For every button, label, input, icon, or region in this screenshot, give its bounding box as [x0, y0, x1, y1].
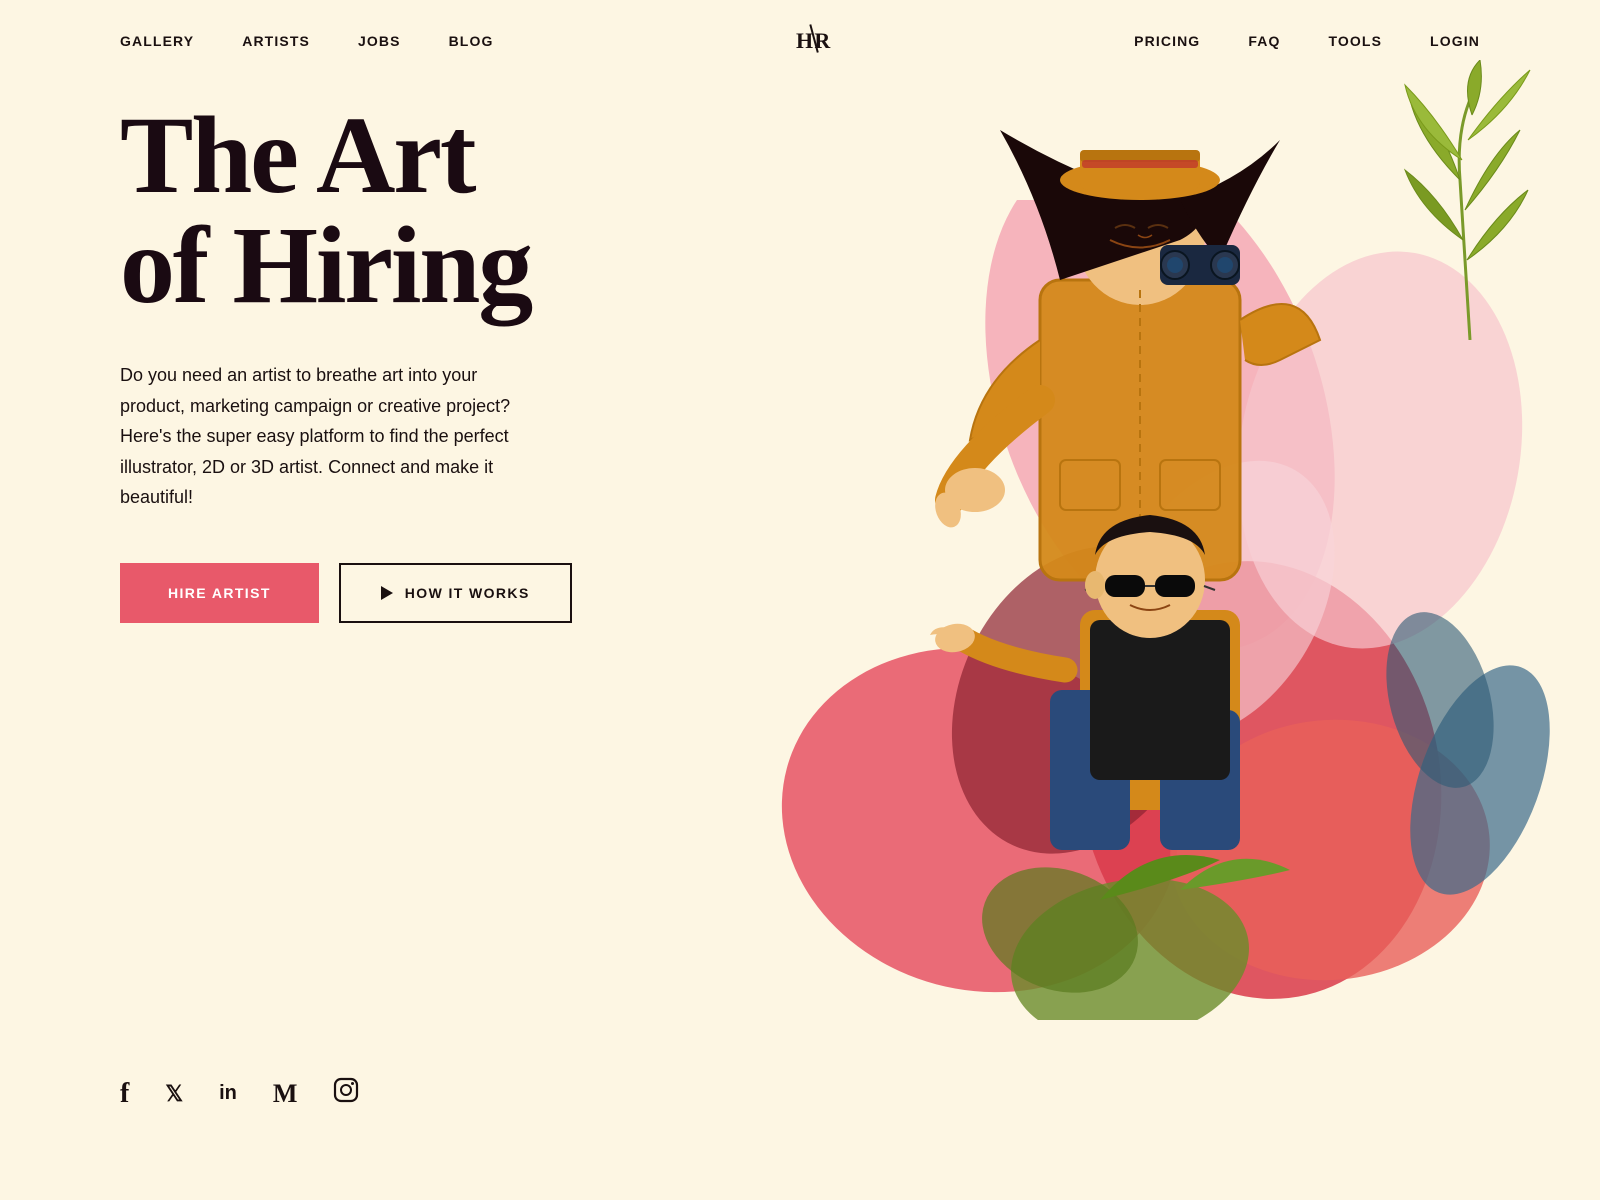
social-instagram[interactable]: [333, 1077, 359, 1110]
how-it-works-button[interactable]: HOW IT WORKS: [339, 563, 572, 623]
green-plant-decoration: [1390, 60, 1550, 340]
nav-login[interactable]: LOGIN: [1430, 33, 1480, 49]
social-linkedin[interactable]: in: [219, 1082, 237, 1105]
hero-subtitle: Do you need an artist to breathe art int…: [120, 360, 520, 513]
hero-section: The Art of Hiring Do you need an artist …: [120, 100, 572, 623]
nav-tools[interactable]: TOOLS: [1328, 33, 1382, 49]
play-icon: [381, 586, 393, 600]
nav-blog[interactable]: BLOG: [449, 33, 494, 49]
hero-title: The Art of Hiring: [120, 100, 572, 320]
illustration-area: [700, 0, 1600, 1000]
navigation: GALLERY ARTISTS JOBS BLOG HR PRICING FAQ…: [0, 0, 1600, 82]
nav-jobs[interactable]: JOBS: [358, 33, 401, 49]
nav-pricing[interactable]: PRICING: [1134, 33, 1200, 49]
hero-title-line1: The Art: [120, 94, 474, 216]
logo-text: HR: [796, 28, 832, 54]
social-bar: f 𝕏 in M: [120, 1077, 359, 1110]
hero-title-line2: of Hiring: [120, 204, 531, 326]
nav-right: PRICING FAQ TOOLS LOGIN: [1134, 33, 1480, 49]
hire-artist-button[interactable]: HIRE ARTIST: [120, 563, 319, 623]
cta-group: HIRE ARTIST HOW IT WORKS: [120, 563, 572, 623]
social-twitter[interactable]: 𝕏: [165, 1081, 183, 1107]
logo[interactable]: HR: [796, 28, 832, 54]
nav-gallery[interactable]: GALLERY: [120, 33, 194, 49]
how-it-works-label: HOW IT WORKS: [405, 585, 530, 601]
social-facebook[interactable]: f: [120, 1078, 129, 1110]
nav-artists[interactable]: ARTISTS: [242, 33, 310, 49]
nav-faq[interactable]: FAQ: [1248, 33, 1280, 49]
social-medium[interactable]: M: [273, 1079, 298, 1109]
nav-left: GALLERY ARTISTS JOBS BLOG: [120, 33, 493, 49]
